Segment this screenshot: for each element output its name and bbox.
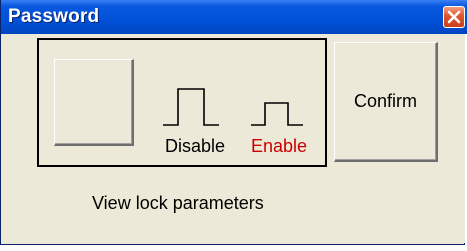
pulse-high-icon bbox=[163, 88, 219, 126]
enable-label: Enable bbox=[251, 136, 308, 156]
confirm-button[interactable]: Confirm bbox=[334, 42, 438, 162]
close-button[interactable] bbox=[443, 6, 465, 28]
disable-label: Disable bbox=[165, 136, 226, 156]
lock-toggle-button[interactable] bbox=[54, 59, 134, 146]
close-icon bbox=[447, 10, 461, 24]
pulse-low-icon bbox=[251, 102, 303, 126]
title-bar[interactable]: Password bbox=[1, 0, 467, 34]
confirm-label: Confirm bbox=[353, 91, 417, 111]
view-lock-parameters-text: View lock parameters bbox=[92, 193, 264, 213]
window-title: Password bbox=[8, 6, 100, 27]
